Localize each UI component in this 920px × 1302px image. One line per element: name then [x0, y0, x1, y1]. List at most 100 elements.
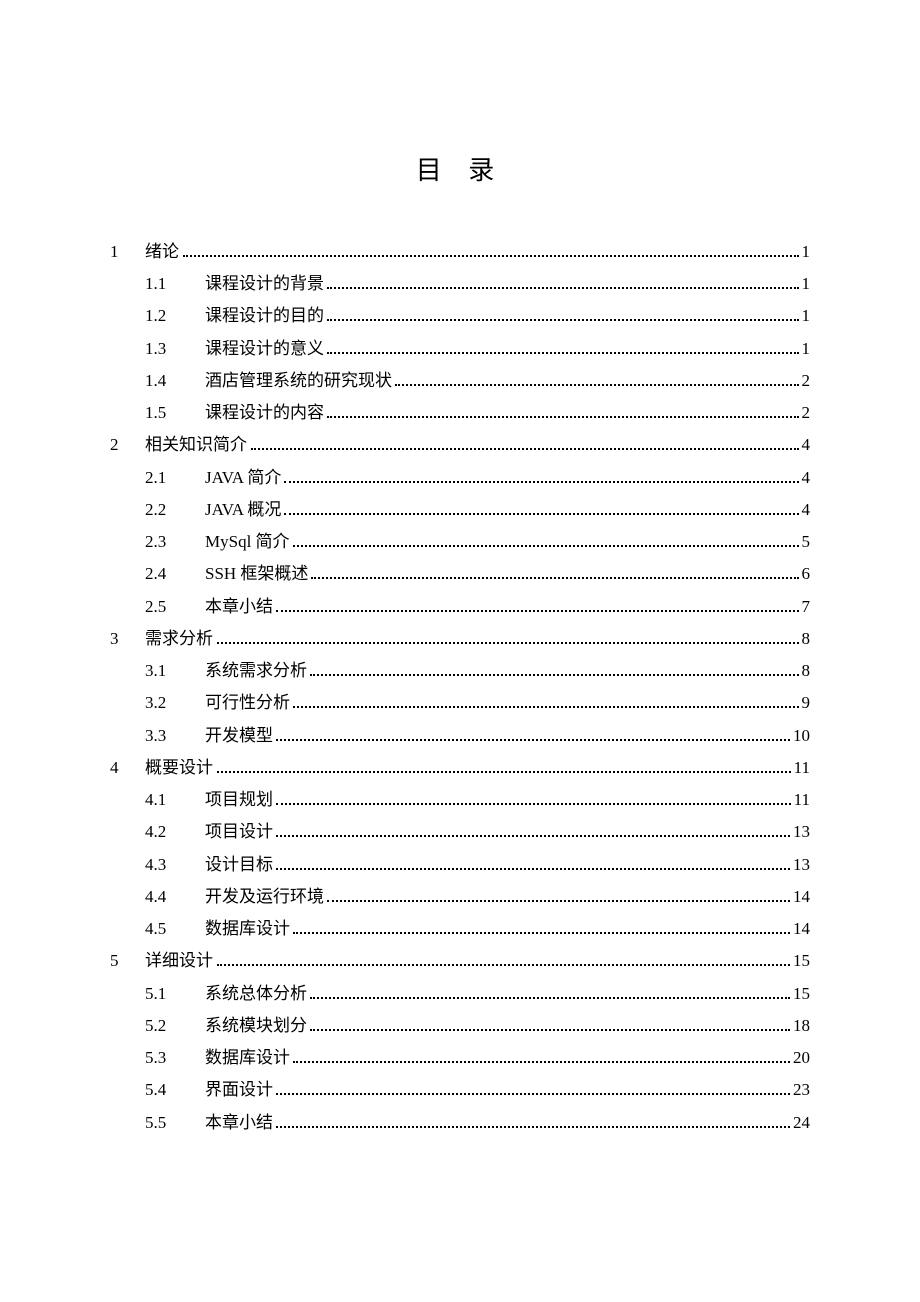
- toc-leader-dots: [276, 726, 790, 741]
- toc-entry-page: 13: [793, 856, 810, 873]
- toc-entry: 3.2可行性分析 9: [110, 694, 810, 712]
- toc-leader-dots: [276, 1113, 790, 1128]
- toc-entry-page: 4: [802, 469, 811, 486]
- toc-entry-page: 23: [793, 1081, 810, 1098]
- toc-entry: 5.4界面设计 23: [110, 1081, 810, 1099]
- toc-entry-number: 1.5: [145, 404, 205, 421]
- toc-entry-page: 11: [794, 759, 810, 776]
- toc-entry-number: 3: [110, 630, 145, 647]
- toc-entry-title: JAVA 简介: [205, 469, 281, 486]
- toc-entry-page: 24: [793, 1114, 810, 1131]
- toc-entry: 5.3数据库设计20: [110, 1048, 810, 1066]
- toc-entry-page: 6: [802, 565, 811, 582]
- toc-entry-title: 系统模块划分: [205, 1017, 307, 1034]
- toc-entry-number: 1.1: [145, 275, 205, 292]
- toc-leader-dots: [293, 919, 790, 934]
- toc-entry-page: 7: [802, 598, 811, 615]
- toc-entry: 3.1系统需求分析8: [110, 661, 810, 679]
- toc-entry: 3.3开发模型10: [110, 726, 810, 744]
- toc-entry-number: 5.3: [145, 1049, 205, 1066]
- toc-entry-page: 8: [802, 662, 811, 679]
- toc-entry-number: 1.4: [145, 372, 205, 389]
- toc-leader-dots: [217, 758, 791, 773]
- toc-entry: 4.3设计目标13: [110, 855, 810, 873]
- toc-entry-title: 系统总体分析: [205, 985, 307, 1002]
- toc-entry: 2.4SSH 框架概述 6: [110, 565, 810, 583]
- toc-entry-number: 3.2: [145, 694, 205, 711]
- toc-entry-number: 2.1: [145, 469, 205, 486]
- toc-entry-number: 5.2: [145, 1017, 205, 1034]
- toc-entry-title: 酒店管理系统的研究现状: [205, 372, 392, 389]
- table-of-contents: 1绪论11.1课程设计的背景11.2课程设计的目的11.3课程设计的意义11.4…: [110, 242, 810, 1131]
- toc-entry-number: 1.2: [145, 307, 205, 324]
- toc-leader-dots: [310, 661, 799, 676]
- toc-entry-number: 3.3: [145, 727, 205, 744]
- toc-entry-title: 数据库设计: [205, 920, 290, 937]
- toc-entry: 1.3课程设计的意义1: [110, 339, 810, 357]
- toc-entry-page: 14: [793, 888, 810, 905]
- toc-entry-title: 本章小结: [205, 598, 273, 615]
- document-page: 目 录 1绪论11.1课程设计的背景11.2课程设计的目的11.3课程设计的意义…: [0, 0, 920, 1302]
- toc-entry-title: 系统需求分析: [205, 662, 307, 679]
- toc-entry-title: 可行性分析: [205, 694, 290, 711]
- toc-entry: 1绪论1: [110, 242, 810, 260]
- toc-entry: 5详细设计 15: [110, 952, 810, 970]
- toc-entry: 2.1JAVA 简介 4: [110, 468, 810, 486]
- toc-entry-number: 2.2: [145, 501, 205, 518]
- toc-entry: 5.5本章小结24: [110, 1113, 810, 1131]
- toc-entry: 4.4开发及运行环境14: [110, 887, 810, 905]
- toc-entry: 5.1系统总体分析 15: [110, 984, 810, 1002]
- toc-entry-page: 15: [793, 985, 810, 1002]
- toc-entry-page: 14: [793, 920, 810, 937]
- toc-entry-page: 1: [802, 275, 811, 292]
- toc-entry: 2.2JAVA 概况 4: [110, 500, 810, 518]
- toc-entry-page: 11: [794, 791, 810, 808]
- toc-entry-number: 4.5: [145, 920, 205, 937]
- toc-entry-page: 2: [802, 404, 811, 421]
- toc-entry-number: 2.4: [145, 565, 205, 582]
- toc-entry: 3需求分析8: [110, 629, 810, 647]
- toc-entry-page: 1: [802, 307, 811, 324]
- toc-entry: 5.2系统模块划分18: [110, 1016, 810, 1034]
- toc-leader-dots: [310, 984, 790, 999]
- toc-entry-page: 9: [802, 694, 811, 711]
- toc-entry-number: 5.4: [145, 1081, 205, 1098]
- toc-entry-page: 15: [793, 952, 810, 969]
- toc-leader-dots: [217, 629, 799, 644]
- toc-entry: 4.5数据库设计 14: [110, 919, 810, 937]
- toc-leader-dots: [293, 694, 799, 709]
- toc-entry-number: 4: [110, 759, 145, 776]
- toc-entry-title: 概要设计: [145, 759, 213, 776]
- toc-entry-title: 详细设计: [145, 952, 213, 969]
- toc-entry-title: 界面设计: [205, 1081, 273, 1098]
- toc-entry-title: 课程设计的内容: [205, 404, 324, 421]
- toc-entry-number: 5: [110, 952, 145, 969]
- toc-entry-title: 课程设计的意义: [205, 340, 324, 357]
- toc-entry-page: 4: [802, 436, 811, 453]
- toc-entry-page: 5: [802, 533, 811, 550]
- toc-entry-number: 4.3: [145, 856, 205, 873]
- toc-entry-number: 1: [110, 243, 145, 260]
- toc-leader-dots: [395, 371, 799, 386]
- toc-entry-number: 4.2: [145, 823, 205, 840]
- toc-entry: 1.5课程设计的内容 2: [110, 403, 810, 421]
- toc-entry-number: 2: [110, 436, 145, 453]
- toc-entry: 1.1课程设计的背景 1: [110, 274, 810, 292]
- toc-leader-dots: [276, 855, 790, 870]
- toc-leader-dots: [327, 887, 790, 902]
- toc-entry: 4.2项目设计13: [110, 823, 810, 841]
- toc-entry-number: 5.1: [145, 985, 205, 1002]
- toc-entry-title: SSH 框架概述: [205, 565, 308, 582]
- toc-entry-title: 课程设计的背景: [205, 275, 324, 292]
- toc-entry-number: 5.5: [145, 1114, 205, 1131]
- toc-leader-dots: [276, 823, 790, 838]
- toc-leader-dots: [327, 339, 799, 354]
- toc-leader-dots: [276, 790, 791, 805]
- toc-entry-title: JAVA 概况: [205, 501, 281, 518]
- toc-entry-number: 4.4: [145, 888, 205, 905]
- toc-entry-number: 2.3: [145, 533, 205, 550]
- toc-entry-page: 4: [802, 501, 811, 518]
- toc-entry: 4概要设计 11: [110, 758, 810, 776]
- toc-entry: 2.5本章小结7: [110, 597, 810, 615]
- toc-title: 目 录: [110, 150, 810, 187]
